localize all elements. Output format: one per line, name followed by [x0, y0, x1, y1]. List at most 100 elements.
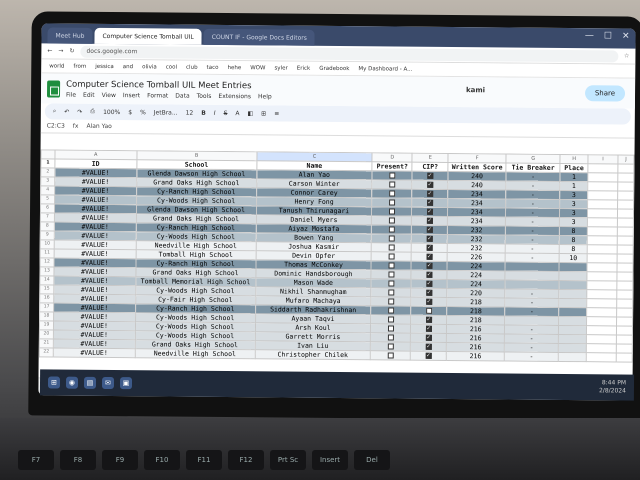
column-header[interactable]: I [588, 154, 619, 164]
percent-icon[interactable]: % [140, 109, 146, 116]
tie-breaker-cell[interactable]: - [504, 351, 559, 362]
cip-cell[interactable] [410, 351, 447, 361]
cip-checkbox[interactable] [426, 244, 433, 251]
empty-cell[interactable] [587, 280, 617, 290]
cip-cell[interactable] [410, 342, 447, 352]
tie-breaker-cell[interactable]: - [504, 333, 559, 344]
forward-icon[interactable]: → [58, 48, 63, 55]
column-header[interactable]: H [560, 154, 589, 164]
cip-cell[interactable] [410, 315, 447, 325]
present-checkbox[interactable] [387, 316, 394, 323]
menu-item[interactable]: Extensions [218, 92, 251, 99]
cip-cell[interactable] [411, 225, 448, 235]
keyboard-key[interactable]: F9 [102, 450, 138, 470]
score-cell[interactable]: 218 [446, 306, 505, 316]
empty-cell[interactable] [617, 163, 634, 174]
score-cell[interactable]: 220 [447, 288, 506, 298]
cip-checkbox[interactable] [426, 253, 433, 260]
cip-checkbox[interactable] [426, 190, 434, 197]
bookmark-item[interactable]: club [186, 64, 198, 70]
cip-checkbox[interactable] [426, 226, 433, 233]
cip-checkbox[interactable] [426, 217, 433, 224]
tie-breaker-cell[interactable]: - [505, 216, 560, 227]
cip-checkbox[interactable] [426, 271, 433, 278]
keyboard-key[interactable]: F8 [60, 450, 96, 470]
name-cell[interactable]: Christopher Chilek [254, 349, 371, 360]
empty-cell[interactable] [587, 172, 618, 182]
sheets-logo-icon[interactable] [46, 79, 61, 98]
tie-breaker-cell[interactable]: - [505, 243, 560, 254]
empty-cell[interactable] [587, 244, 618, 254]
tie-breaker-cell[interactable]: - [505, 180, 560, 191]
column-title[interactable]: Present? [372, 161, 413, 172]
bookmark-item[interactable]: olivia [142, 64, 157, 70]
present-cell[interactable] [371, 215, 412, 226]
empty-cell[interactable] [617, 181, 634, 192]
formula-input[interactable]: Alan Yao [86, 123, 111, 130]
row-number[interactable]: 10 [40, 239, 55, 250]
empty-cell[interactable] [616, 280, 633, 291]
kami-button[interactable]: kami [466, 86, 485, 94]
empty-cell[interactable] [616, 262, 634, 273]
undo-icon[interactable]: ↶ [64, 108, 69, 115]
cip-checkbox[interactable] [427, 181, 434, 188]
cip-checkbox[interactable] [426, 208, 433, 215]
present-cell[interactable] [371, 278, 412, 289]
keyboard-key[interactable]: F12 [228, 450, 264, 470]
place-cell[interactable]: 10 [559, 253, 588, 263]
cip-checkbox[interactable] [426, 235, 433, 242]
bookmark-item[interactable]: cool [166, 64, 177, 70]
present-cell[interactable] [372, 188, 413, 199]
chrome-icon[interactable]: ◉ [65, 376, 79, 389]
empty-cell[interactable] [586, 352, 617, 362]
school-cell[interactable]: Grand Oaks High School [136, 177, 257, 188]
present-checkbox[interactable] [388, 307, 395, 314]
empty-cell[interactable] [586, 316, 617, 326]
empty-cell[interactable] [587, 235, 618, 245]
place-cell[interactable]: 3 [559, 199, 588, 209]
tie-breaker-cell[interactable]: - [505, 234, 560, 245]
row-number[interactable]: 21 [39, 338, 54, 349]
present-checkbox[interactable] [388, 199, 396, 206]
cip-cell[interactable] [411, 252, 448, 262]
empty-cell[interactable] [586, 307, 617, 317]
empty-cell[interactable] [587, 226, 618, 236]
close-icon[interactable]: ✕ [622, 31, 630, 41]
place-cell[interactable]: 1 [559, 181, 588, 191]
column-header[interactable]: E [412, 153, 449, 163]
empty-cell[interactable] [616, 334, 633, 345]
present-cell[interactable] [372, 179, 413, 190]
menu-item[interactable]: Insert [123, 92, 140, 99]
bookmark-item[interactable]: from [73, 63, 86, 69]
search-icon[interactable]: ⌕ [53, 108, 56, 116]
empty-cell[interactable] [617, 172, 634, 183]
row-number[interactable]: 11 [40, 248, 55, 259]
empty-cell[interactable] [617, 235, 634, 246]
cip-cell[interactable] [411, 297, 448, 307]
cip-cell[interactable] [411, 243, 448, 253]
bookmark-item[interactable]: Erick [297, 65, 311, 71]
present-cell[interactable] [371, 260, 412, 271]
menu-item[interactable]: Edit [83, 91, 95, 98]
present-checkbox[interactable] [388, 235, 395, 242]
school-cell[interactable]: Glenda Dawson High School [136, 168, 257, 179]
row-number[interactable]: 16 [39, 293, 54, 304]
windows-start-icon[interactable]: ⊞ [47, 376, 61, 389]
cip-cell[interactable] [411, 234, 448, 244]
fill-color-icon[interactable]: ◧ [247, 110, 253, 117]
present-checkbox[interactable] [387, 352, 394, 359]
row-number[interactable]: 22 [39, 347, 54, 358]
score-cell[interactable]: 232 [447, 225, 506, 235]
row-number[interactable]: 18 [39, 311, 54, 322]
empty-cell[interactable] [617, 190, 634, 201]
score-cell[interactable]: 224 [447, 279, 506, 289]
empty-cell[interactable] [586, 289, 617, 299]
menu-item[interactable]: Data [175, 92, 189, 99]
column-title[interactable]: Place [560, 163, 589, 173]
tie-breaker-cell[interactable]: - [505, 198, 560, 209]
bookmark-item[interactable]: world [49, 63, 64, 69]
menu-item[interactable]: Format [147, 92, 168, 99]
place-cell[interactable] [559, 280, 588, 290]
row-number[interactable]: 6 [40, 203, 55, 214]
place-cell[interactable]: 8 [559, 244, 588, 254]
